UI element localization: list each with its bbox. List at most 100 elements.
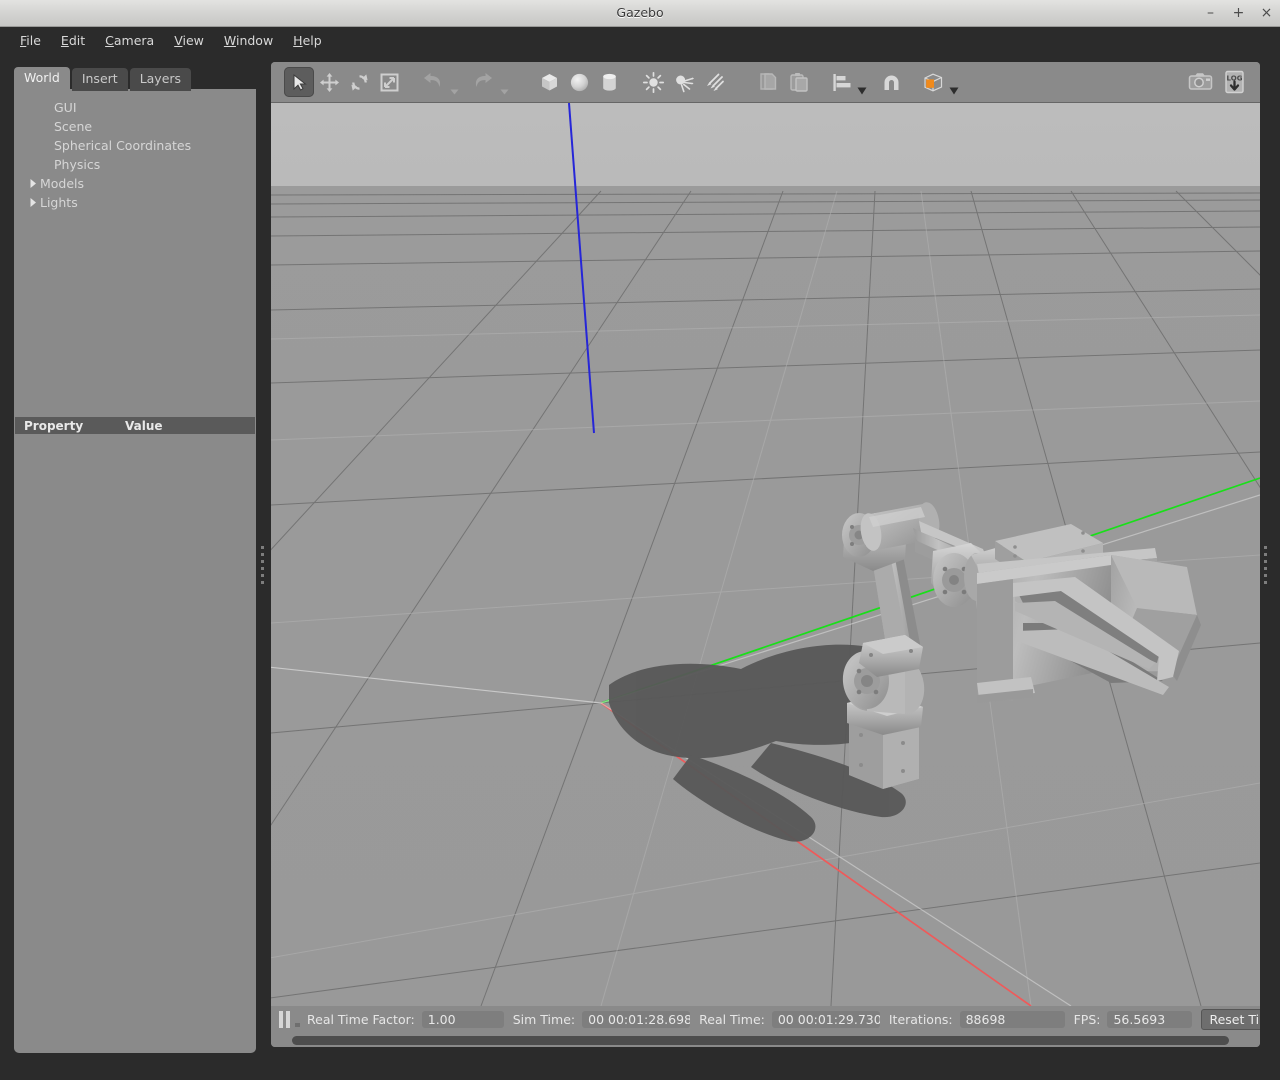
real-time-label: Real Time: — [699, 1012, 765, 1027]
align-icon — [832, 73, 850, 91]
view-angle-button[interactable] — [918, 67, 948, 97]
horizontal-scrollbar[interactable] — [271, 1033, 1260, 1047]
screenshot-button[interactable] — [1184, 67, 1218, 97]
view-angle-dropdown-button[interactable] — [948, 65, 960, 99]
copy-button[interactable] — [754, 67, 784, 97]
axis-z-line — [568, 103, 595, 434]
status-field-iterations: Iterations: 88698 — [889, 1011, 1065, 1028]
log-record-button[interactable]: LOG — [1218, 67, 1252, 97]
close-button[interactable]: × — [1259, 6, 1274, 21]
sim-time-value: 00 00:01:28.698 — [582, 1011, 691, 1028]
tree-item-scene[interactable]: Scene — [14, 117, 256, 136]
point-light-icon — [642, 71, 664, 93]
chevron-down-icon — [857, 87, 867, 95]
tab-insert[interactable]: Insert — [71, 68, 128, 91]
undo-dropdown-button[interactable] — [448, 65, 460, 99]
cursor-arrow-icon — [293, 73, 307, 91]
world-tree[interactable]: GUI Scene Spherical Coordinates Physics … — [14, 89, 256, 414]
tree-item-lights[interactable]: Lights — [14, 193, 256, 212]
chevron-down-icon — [949, 87, 959, 95]
sphere-icon — [570, 73, 588, 91]
redo-button[interactable] — [468, 67, 498, 97]
property-table-body — [14, 435, 256, 1052]
scrollbar-thumb[interactable] — [292, 1035, 1229, 1045]
undo-button[interactable] — [418, 67, 448, 97]
fps-label: FPS: — [1073, 1012, 1101, 1027]
select-mode-button[interactable] — [284, 67, 314, 97]
undo-arrow-icon — [424, 73, 441, 87]
left-panel: GUI Scene Spherical Coordinates Physics … — [14, 89, 256, 1053]
reset-time-button[interactable]: Reset Time — [1201, 1009, 1260, 1030]
sim-time-label: Sim Time: — [512, 1012, 576, 1027]
move-arrows-icon — [319, 72, 339, 92]
tree-item-models[interactable]: Models — [14, 174, 256, 193]
render-area: LOG Real Time Factor: 1.00 Sim Time: 00 … — [271, 62, 1260, 1047]
splitter-grip — [1264, 546, 1267, 584]
directional-light-icon — [706, 73, 724, 91]
redo-dropdown-button[interactable] — [498, 65, 510, 99]
3d-viewport[interactable] — [271, 103, 1260, 1006]
menu-window[interactable]: Window — [214, 30, 283, 51]
chevron-down-icon — [450, 89, 458, 95]
tree-item-gui[interactable]: GUI — [14, 98, 256, 117]
translate-mode-button[interactable] — [314, 67, 344, 97]
robot-arm-model — [842, 502, 1201, 789]
rotate-arrows-icon — [350, 73, 368, 91]
cylinder-icon — [602, 73, 616, 91]
window-controls: – + × — [1203, 0, 1274, 26]
fps-value: 56.5693 — [1107, 1011, 1193, 1028]
status-field-real-time-factor: Real Time Factor: 1.00 — [307, 1011, 504, 1028]
tree-item-label: Models — [40, 176, 85, 191]
scale-diagonal-icon — [380, 73, 398, 91]
paste-icon — [790, 73, 808, 92]
menu-help[interactable]: Help — [283, 30, 332, 51]
camera-icon — [1188, 73, 1212, 90]
column-header-property: Property — [24, 418, 84, 433]
chevron-right-icon[interactable] — [26, 193, 40, 212]
insert-sphere-button[interactable] — [564, 67, 594, 97]
insert-directional-light-button[interactable] — [698, 67, 728, 97]
menu-file[interactable]: File — [10, 30, 51, 51]
paste-button[interactable] — [784, 67, 814, 97]
status-field-real-time: Real Time: 00 00:01:29.730 — [699, 1011, 880, 1028]
menu-view[interactable]: View — [164, 30, 214, 51]
tree-item-physics[interactable]: Physics — [14, 155, 256, 174]
iterations-value: 88698 — [959, 1011, 1065, 1028]
insert-point-light-button[interactable] — [638, 67, 668, 97]
column-header-value: Value — [125, 418, 163, 433]
snap-button[interactable] — [876, 67, 906, 97]
copy-icon — [760, 73, 777, 90]
insert-box-button[interactable] — [534, 67, 564, 97]
menu-edit[interactable]: Edit — [51, 30, 95, 51]
view-cube-icon — [923, 73, 942, 91]
chevron-right-icon[interactable] — [26, 174, 40, 193]
insert-cylinder-button[interactable] — [594, 67, 624, 97]
gazebo-window: Gazebo – + × File Edit Camera View Windo… — [0, 0, 1280, 1080]
tab-world[interactable]: World — [14, 67, 70, 91]
rotate-mode-button[interactable] — [344, 67, 374, 97]
step-button[interactable] — [295, 1008, 300, 1032]
tree-item-spherical-coordinates[interactable]: Spherical Coordinates — [14, 136, 256, 155]
align-button[interactable] — [826, 67, 856, 97]
title-bar: Gazebo – + × — [0, 0, 1280, 27]
right-splitter-handle[interactable] — [1262, 53, 1268, 1053]
magnet-icon — [884, 75, 898, 90]
left-panel-tabs: World Insert Layers — [14, 67, 193, 91]
insert-spot-light-button[interactable] — [668, 67, 698, 97]
minimize-button[interactable]: – — [1203, 6, 1218, 21]
property-table-header: Property Value — [15, 417, 255, 434]
tab-layers[interactable]: Layers — [129, 68, 192, 91]
scale-mode-button[interactable] — [374, 67, 404, 97]
align-dropdown-button[interactable] — [856, 65, 868, 99]
menu-camera[interactable]: Camera — [95, 30, 164, 51]
redo-arrow-icon — [475, 73, 492, 87]
scene-graphics — [271, 103, 1260, 1006]
maximize-button[interactable]: + — [1231, 6, 1246, 21]
pause-button[interactable] — [279, 1010, 290, 1029]
tree-item-label: Physics — [54, 157, 101, 172]
real-time-factor-label: Real Time Factor: — [307, 1012, 415, 1027]
left-splitter-handle[interactable] — [259, 53, 265, 1053]
